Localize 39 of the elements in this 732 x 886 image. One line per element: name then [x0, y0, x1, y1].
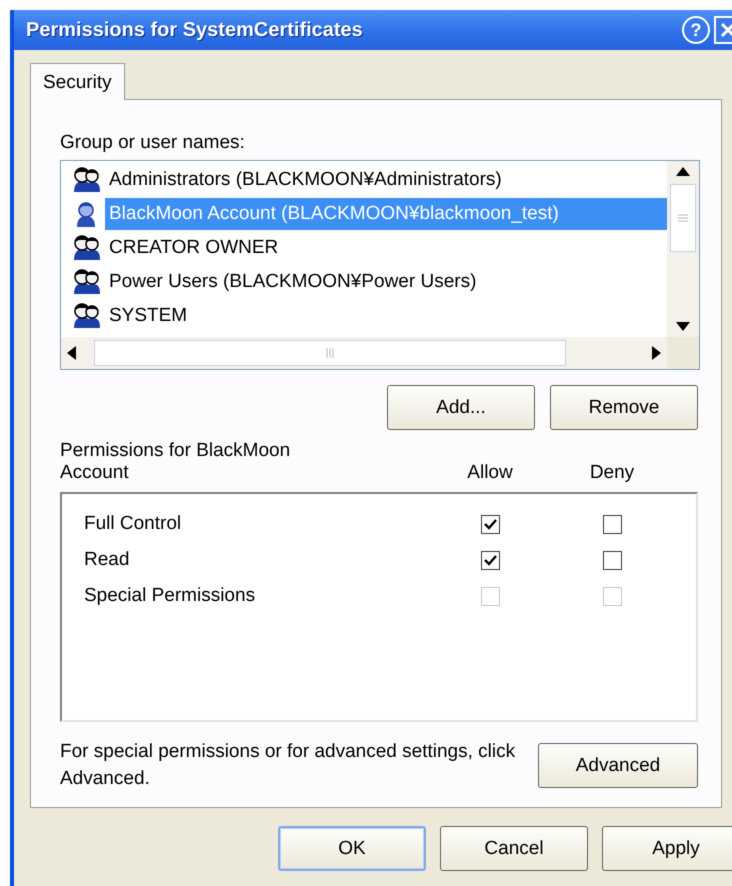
list-item[interactable]: Administrators (BLACKMOON¥Administrators) [105, 164, 667, 196]
scroll-thumb[interactable] [94, 340, 566, 366]
scroll-thumb[interactable] [670, 184, 696, 252]
down-arrow-icon [676, 322, 690, 331]
permission-name: Read [83, 549, 130, 571]
list-item[interactable]: SYSTEM [105, 300, 667, 332]
allow-checkbox[interactable] [480, 550, 500, 570]
list-item[interactable]: Power Users (BLACKMOON¥Power Users) [105, 266, 667, 298]
list-label: Group or user names: [60, 132, 246, 154]
dialog-button[interactable]: OK [278, 826, 426, 871]
horizontal-scrollbar[interactable] [61, 337, 667, 369]
permission-name: Special Permissions [83, 585, 256, 607]
up-arrow-icon [676, 167, 690, 176]
scrollbar-corner [667, 337, 699, 369]
vertical-scrollbar[interactable] [667, 161, 699, 337]
user-group-icon [71, 166, 101, 194]
column-header: Deny [588, 462, 636, 484]
help-button[interactable]: ? [682, 16, 710, 44]
close-icon [719, 21, 732, 39]
list-action-button[interactable]: Remove [550, 385, 698, 430]
advanced-hint: For special permissions or for advanced settings, click Advanced. [60, 740, 516, 791]
tab[interactable]: Security [30, 63, 125, 100]
list-item[interactable]: CREATOR OWNER [105, 232, 667, 264]
column-header: Allow [466, 462, 514, 484]
deny-checkbox[interactable] [602, 514, 622, 534]
permissions-label: Permissions for BlackMoon Account [60, 440, 292, 484]
window-title: Permissions for SystemCertificates [26, 18, 364, 42]
dialog-button[interactable]: Apply [602, 826, 732, 871]
advanced-button[interactable]: Advanced [538, 743, 698, 788]
user-group-icon [71, 234, 101, 262]
allow-checkbox[interactable] [480, 514, 500, 534]
deny-checkbox[interactable] [602, 550, 622, 570]
permission-name: Full Control [83, 513, 182, 535]
list-action-button[interactable]: Add... [387, 385, 535, 430]
user-group-icon [71, 302, 101, 330]
dialog-button[interactable]: Cancel [440, 826, 588, 871]
right-arrow-icon [652, 346, 661, 360]
user-group-icon [71, 268, 101, 296]
left-arrow-icon [67, 346, 76, 360]
